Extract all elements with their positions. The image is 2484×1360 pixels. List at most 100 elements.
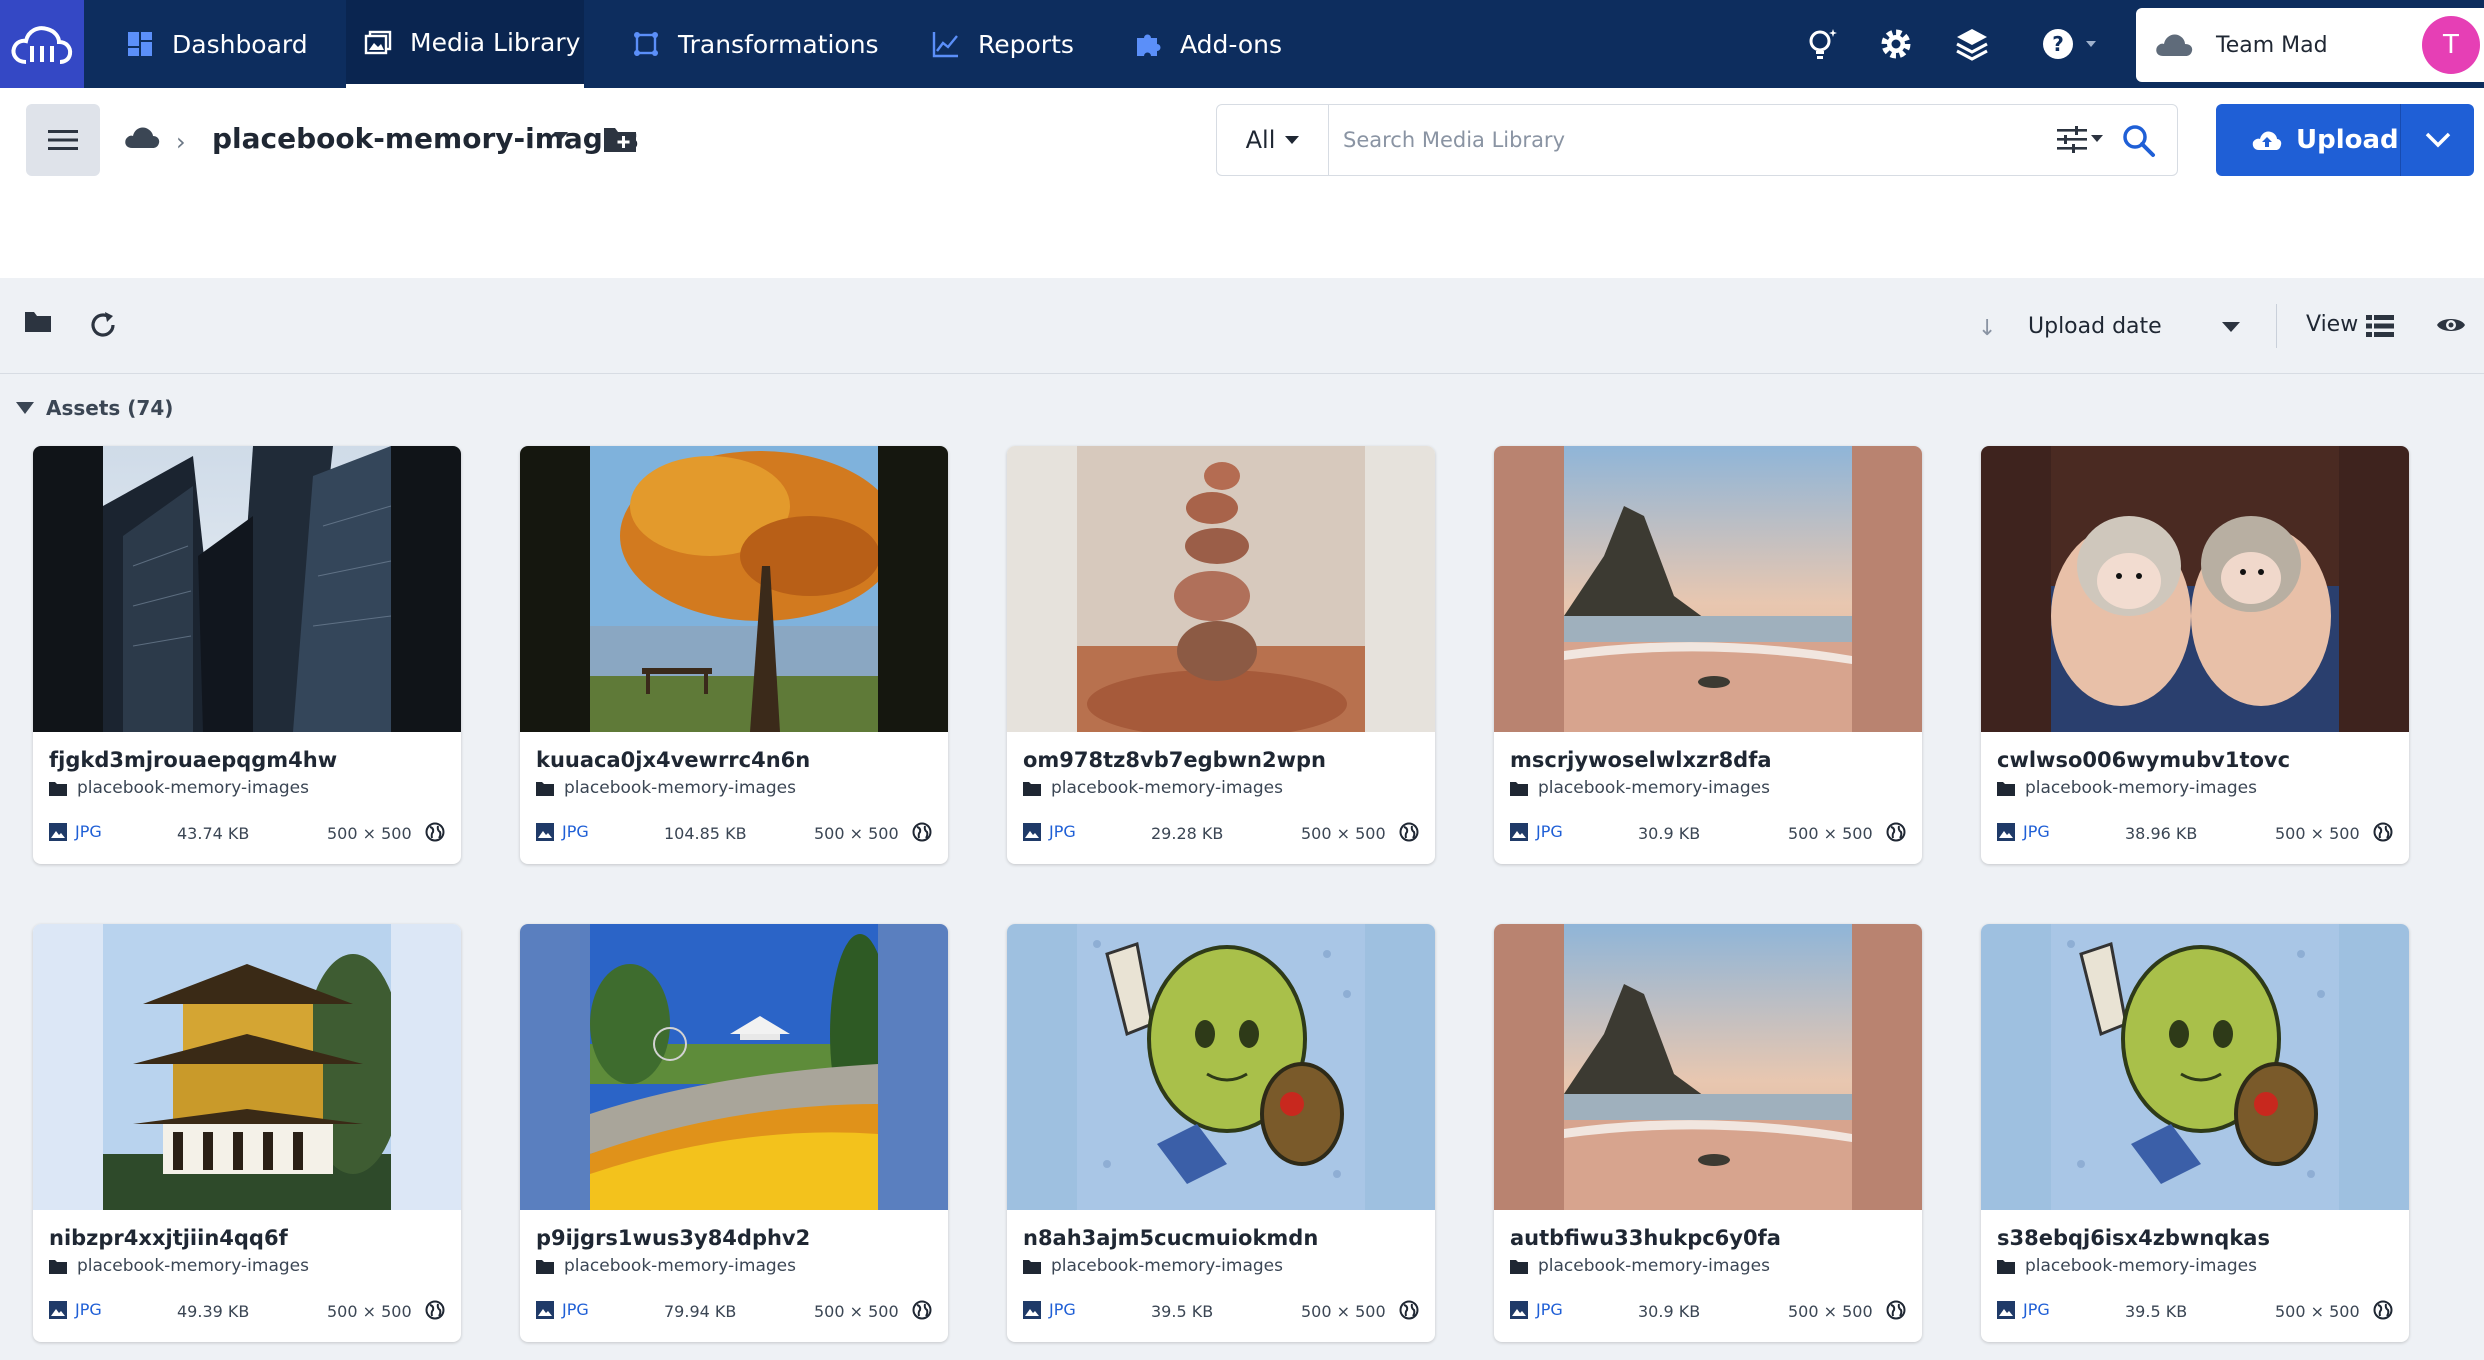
image-icon bbox=[1510, 822, 1528, 841]
help-menu[interactable]: ? bbox=[2040, 22, 2110, 66]
asset-thumbnail[interactable] bbox=[1494, 446, 1922, 732]
asset-thumbnail[interactable] bbox=[1981, 446, 2409, 732]
nav-media-library-label: Media Library bbox=[410, 27, 581, 57]
asset-format-label: JPG bbox=[1536, 1300, 1563, 1319]
asset-name[interactable]: n8ah3ajm5cucmuiokmdn bbox=[1023, 1226, 1318, 1250]
asset-card[interactable]: nibzpr4xxjtjiin4qq6f placebook-memory-im… bbox=[33, 924, 461, 1342]
asset-name[interactable]: mscrjywoselwlxzr8dfa bbox=[1510, 748, 1772, 772]
globe-icon[interactable] bbox=[1886, 822, 1906, 842]
media-library-icon bbox=[364, 30, 392, 55]
globe-icon[interactable] bbox=[1886, 1300, 1906, 1320]
search-input[interactable] bbox=[1343, 119, 2043, 161]
asset-format: JPG bbox=[1997, 1300, 2050, 1319]
image-icon bbox=[536, 1300, 554, 1319]
sort-direction-icon[interactable]: ↓ bbox=[1978, 316, 1996, 341]
asset-thumbnail[interactable] bbox=[520, 924, 948, 1210]
chevron-down-icon[interactable] bbox=[2222, 322, 2240, 332]
asset-folder: placebook-memory-images bbox=[536, 778, 796, 798]
asset-meta: JPG 104.85 KB 500 × 500 bbox=[536, 822, 932, 846]
cloudinary-logo[interactable] bbox=[0, 0, 84, 88]
asset-thumbnail[interactable] bbox=[33, 924, 461, 1210]
globe-icon[interactable] bbox=[2373, 1300, 2393, 1320]
asset-size: 104.85 KB bbox=[664, 824, 747, 843]
new-folder-icon[interactable] bbox=[602, 124, 638, 154]
nav-add-ons-label: Add-ons bbox=[1180, 29, 1283, 59]
folder-icon bbox=[536, 1259, 554, 1274]
globe-icon[interactable] bbox=[425, 1300, 445, 1320]
globe-icon[interactable] bbox=[1399, 1300, 1419, 1320]
asset-folder-name: placebook-memory-images bbox=[1538, 778, 1770, 798]
image-icon bbox=[1997, 1300, 2015, 1319]
view-label[interactable]: View bbox=[2306, 312, 2358, 337]
filter-sliders-icon[interactable] bbox=[2055, 123, 2107, 157]
asset-card[interactable]: cwlwso006wymubv1tovc placebook-memory-im… bbox=[1981, 446, 2409, 864]
asset-card[interactable]: fjgkd3mjrouaepqgm4hw placebook-memory-im… bbox=[33, 446, 461, 864]
asset-image bbox=[1077, 446, 1365, 732]
asset-thumbnail[interactable] bbox=[520, 446, 948, 732]
nav-dashboard[interactable]: Dashboard bbox=[126, 0, 308, 88]
nav-transformations[interactable]: Transformations bbox=[632, 0, 879, 88]
asset-card[interactable]: autbfiwu33hukpc6y0fa placebook-memory-im… bbox=[1494, 924, 1922, 1342]
asset-thumbnail[interactable] bbox=[1981, 924, 2409, 1210]
asset-name[interactable]: nibzpr4xxjtjiin4qq6f bbox=[49, 1226, 288, 1250]
upload-button[interactable]: Upload bbox=[2216, 104, 2400, 176]
nav-add-ons[interactable]: Add-ons bbox=[1134, 0, 1282, 88]
lightbulb-icon[interactable] bbox=[1800, 22, 1844, 66]
asset-folder-name: placebook-memory-images bbox=[77, 778, 309, 798]
asset-dimensions: 500 × 500 bbox=[2275, 824, 2360, 843]
upload-options-button[interactable] bbox=[2401, 104, 2474, 176]
list-view-icon[interactable] bbox=[2366, 314, 2394, 338]
breadcrumb-current-folder[interactable]: placebook-memory-images bbox=[212, 122, 639, 155]
folder-icon bbox=[1023, 1259, 1041, 1274]
search-icon[interactable] bbox=[2121, 123, 2157, 159]
asset-thumbnail[interactable] bbox=[1007, 924, 1435, 1210]
globe-icon[interactable] bbox=[912, 1300, 932, 1320]
asset-thumbnail[interactable] bbox=[1007, 446, 1435, 732]
dashboard-icon bbox=[128, 32, 152, 56]
breadcrumb-separator-icon: › bbox=[176, 128, 186, 156]
asset-card[interactable]: s38ebqj6isx4zbwnqkas placebook-memory-im… bbox=[1981, 924, 2409, 1342]
globe-icon[interactable] bbox=[425, 822, 445, 842]
asset-meta: JPG 49.39 KB 500 × 500 bbox=[49, 1300, 445, 1324]
chevron-down-icon[interactable] bbox=[552, 130, 570, 142]
asset-name[interactable]: kuuaca0jx4vewrrc4n6n bbox=[536, 748, 810, 772]
puzzle-icon bbox=[1137, 34, 1161, 56]
nav-reports[interactable]: Reports bbox=[932, 0, 1074, 88]
avatar[interactable]: T bbox=[2422, 16, 2480, 74]
asset-format-label: JPG bbox=[1049, 822, 1076, 841]
globe-icon[interactable] bbox=[2373, 822, 2393, 842]
asset-name[interactable]: autbfiwu33hukpc6y0fa bbox=[1510, 1226, 1781, 1250]
asset-card[interactable]: kuuaca0jx4vewrrc4n6n placebook-memory-im… bbox=[520, 446, 948, 864]
asset-folder-name: placebook-memory-images bbox=[564, 1256, 796, 1276]
nav-media-library[interactable]: Media Library bbox=[346, 0, 584, 88]
asset-format-label: JPG bbox=[562, 1300, 589, 1319]
image-icon bbox=[1023, 822, 1041, 841]
eye-icon[interactable] bbox=[2436, 314, 2466, 336]
assets-section-toggle[interactable]: Assets (74) bbox=[16, 396, 173, 420]
search-scope-dropdown[interactable]: All bbox=[1217, 105, 1329, 175]
asset-thumbnail[interactable] bbox=[1494, 924, 1922, 1210]
asset-thumbnail[interactable] bbox=[33, 446, 461, 732]
globe-icon[interactable] bbox=[1399, 822, 1419, 842]
cloud-root-icon[interactable] bbox=[124, 124, 160, 150]
asset-card[interactable]: n8ah3ajm5cucmuiokmdn placebook-memory-im… bbox=[1007, 924, 1435, 1342]
asset-name[interactable]: om978tz8vb7egbwn2wpn bbox=[1023, 748, 1326, 772]
assets-heading: Assets (74) bbox=[46, 396, 174, 420]
asset-name[interactable]: fjgkd3mjrouaepqgm4hw bbox=[49, 748, 337, 772]
asset-format: JPG bbox=[1510, 822, 1563, 841]
search-scope-label: All bbox=[1245, 126, 1276, 154]
sort-label[interactable]: Upload date bbox=[2028, 314, 2162, 339]
asset-name[interactable]: p9ijgrs1wus3y84dphv2 bbox=[536, 1226, 810, 1250]
asset-card[interactable]: p9ijgrs1wus3y84dphv2 placebook-memory-im… bbox=[520, 924, 948, 1342]
folder-icon[interactable] bbox=[24, 310, 52, 334]
asset-name[interactable]: s38ebqj6isx4zbwnqkas bbox=[1997, 1226, 2270, 1250]
asset-card[interactable]: om978tz8vb7egbwn2wpn placebook-memory-im… bbox=[1007, 446, 1435, 864]
asset-name[interactable]: cwlwso006wymubv1tovc bbox=[1997, 748, 2290, 772]
asset-folder: placebook-memory-images bbox=[49, 778, 309, 798]
refresh-icon[interactable] bbox=[88, 310, 118, 340]
sidebar-toggle-button[interactable] bbox=[26, 104, 100, 176]
asset-card[interactable]: mscrjywoselwlxzr8dfa placebook-memory-im… bbox=[1494, 446, 1922, 864]
stack-icon[interactable] bbox=[1950, 22, 1994, 66]
globe-icon[interactable] bbox=[912, 822, 932, 842]
gear-icon[interactable] bbox=[1874, 22, 1918, 66]
